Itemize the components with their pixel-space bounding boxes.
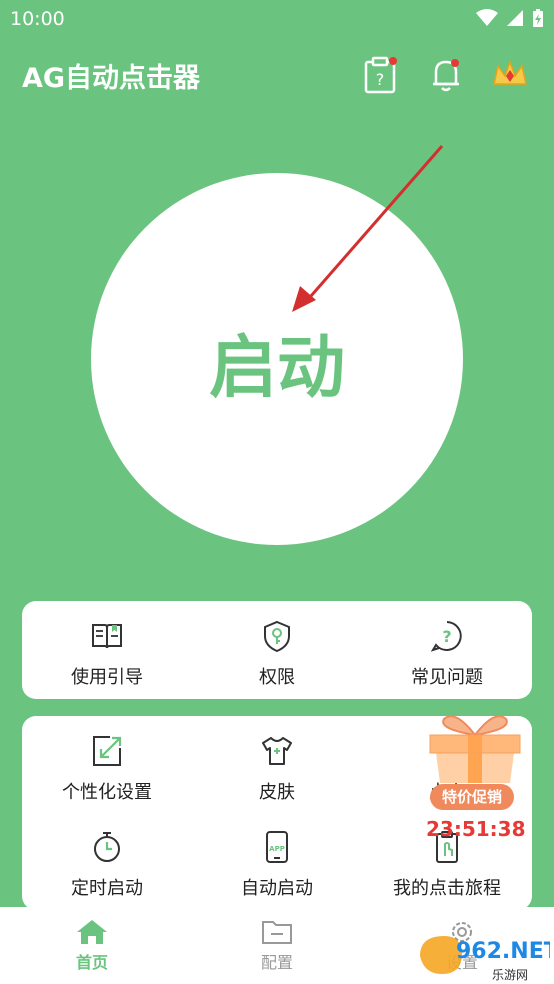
watermark-graphic: 962.NET bbox=[420, 936, 554, 974]
faq-label: 常见问题 bbox=[411, 667, 483, 688]
app-header: AG自动点击器 ? bbox=[0, 50, 554, 100]
customize-label: 个性化设置 bbox=[62, 782, 152, 803]
home-icon bbox=[77, 920, 107, 944]
watermark-logo: 962.NET 乐游网 bbox=[416, 928, 554, 982]
svg-text:?: ? bbox=[442, 627, 451, 646]
start-label: 启动 bbox=[208, 328, 345, 408]
permission-label: 权限 bbox=[259, 667, 295, 688]
battery-icon bbox=[533, 9, 543, 27]
bell-icon[interactable] bbox=[426, 54, 466, 94]
customize-item[interactable]: 个性化设置 bbox=[22, 734, 192, 804]
skin-label: 皮肤 bbox=[259, 782, 295, 803]
skin-item[interactable]: 皮肤 bbox=[192, 734, 362, 804]
quick-actions-card: 使用引导 权限 ? 常见问题 bbox=[22, 601, 532, 699]
guide-label: 使用引导 bbox=[71, 667, 143, 688]
permission-item[interactable]: 权限 bbox=[192, 619, 362, 689]
watermark-brand: 962.NET bbox=[456, 939, 550, 964]
click-journey-label: 我的点击旅程 bbox=[393, 878, 501, 899]
start-button[interactable]: 启动 bbox=[91, 173, 463, 545]
timed-start-item[interactable]: 定时启动 bbox=[22, 830, 192, 900]
promo-badge[interactable]: 特价促销 bbox=[430, 784, 514, 810]
signal-icon bbox=[507, 10, 523, 26]
app-title: AG自动点击器 bbox=[22, 63, 201, 94]
nav-home-label: 首页 bbox=[75, 953, 108, 972]
watermark-text: 乐游网 bbox=[492, 968, 529, 982]
svg-text:APP: APP bbox=[269, 845, 285, 853]
shirt-icon bbox=[262, 737, 292, 765]
status-bar: 10:00 bbox=[0, 0, 554, 38]
wifi-icon bbox=[476, 9, 498, 26]
nav-home[interactable]: 首页 bbox=[47, 919, 137, 973]
book-icon bbox=[92, 624, 122, 649]
customize-icon bbox=[93, 736, 122, 766]
promo-timer: 23:51:38 bbox=[426, 817, 526, 841]
phone-app-icon: APP bbox=[266, 831, 288, 863]
status-icons bbox=[476, 8, 544, 28]
svg-text:?: ? bbox=[376, 70, 385, 89]
auto-start-label: 自动启动 bbox=[241, 878, 313, 899]
faq-item[interactable]: ? 常见问题 bbox=[362, 619, 532, 689]
folder-icon bbox=[262, 921, 292, 944]
help-clipboard-icon[interactable]: ? bbox=[360, 54, 400, 94]
guide-item[interactable]: 使用引导 bbox=[22, 619, 192, 689]
auto-start-item[interactable]: APP 自动启动 bbox=[192, 830, 362, 900]
stopwatch-icon bbox=[94, 832, 120, 862]
status-time: 10:00 bbox=[10, 8, 65, 30]
nav-config[interactable]: 配置 bbox=[232, 919, 322, 973]
timed-start-label: 定时启动 bbox=[71, 878, 143, 899]
nav-config-label: 配置 bbox=[260, 953, 293, 972]
vip-crown-icon[interactable] bbox=[490, 54, 530, 94]
shield-key-icon bbox=[264, 620, 290, 653]
question-circle-icon: ? bbox=[430, 621, 462, 652]
